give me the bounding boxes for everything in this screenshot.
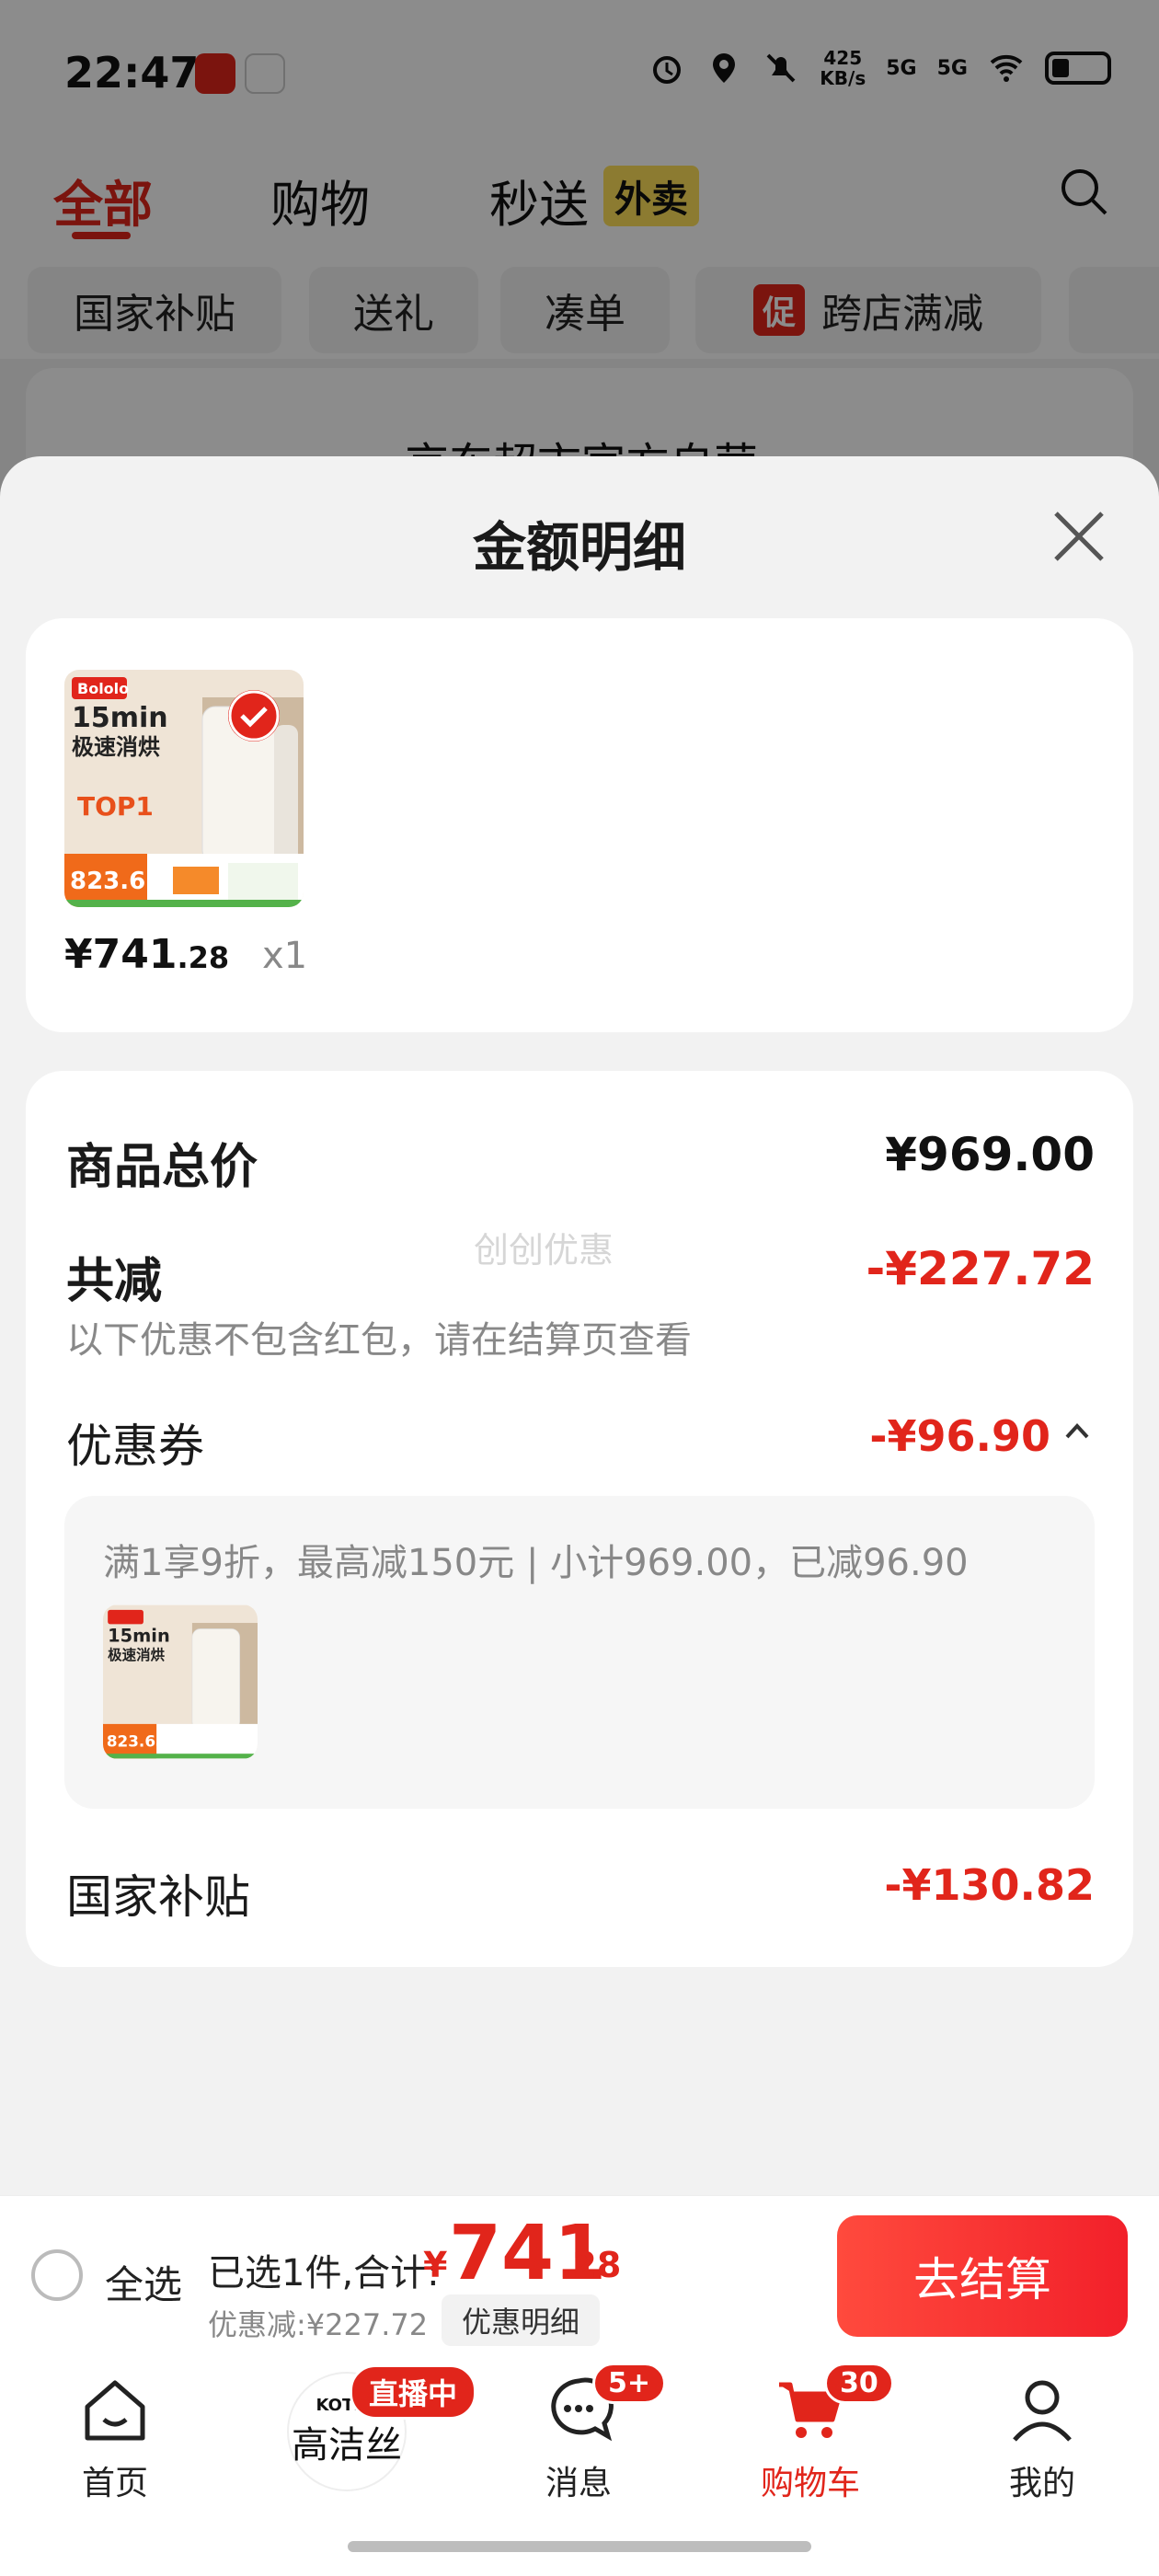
checkout-button[interactable]: 去结算 [837, 2215, 1128, 2337]
cart-badge: 30 [824, 2363, 894, 2404]
live-badge: 直播中 [350, 2364, 477, 2420]
nav-messages-label[interactable]: 消息 [500, 2456, 657, 2504]
nav-home[interactable] [37, 2374, 193, 2451]
profile-icon [1013, 2380, 1072, 2442]
national-subsidy-label: 国家补贴 [66, 1870, 250, 1924]
svg-text:极速消烘: 极速消烘 [108, 1646, 166, 1663]
svg-text:极速消烘: 极速消烘 [72, 734, 160, 760]
messages-badge: 5+ [592, 2363, 667, 2404]
coupon-detail-text: 满1享9折，最高减150元 | 小计969.00，已减96.90 [103, 1542, 969, 1584]
nav-home-label[interactable]: 首页 [37, 2456, 193, 2504]
svg-text:823.65: 823.65 [70, 868, 162, 895]
total-currency: ¥ [423, 2245, 448, 2285]
coupon-product-image-art: 15min 极速消烘 823.65 [103, 1604, 258, 1759]
coupon-value[interactable]: -¥96.90 [869, 1411, 1050, 1461]
svg-text:15min: 15min [72, 702, 168, 734]
svg-text:Bololo: Bololo [77, 680, 129, 697]
svg-text:TOP1: TOP1 [77, 791, 154, 822]
discount-detail-button[interactable]: 优惠明细 [442, 2294, 601, 2346]
selected-summary: 已选1件,合计: [208, 2252, 440, 2294]
sheet-title: 金额明细 [472, 516, 686, 579]
svg-text:823.65: 823.65 [107, 1731, 166, 1750]
live-brand-large: 高洁丝 [292, 2423, 402, 2467]
modal-overlay[interactable] [0, 0, 1159, 515]
coupon-label: 优惠券 [66, 1420, 204, 1473]
home-indicator[interactable] [348, 2541, 811, 2552]
product-price: ¥741.28 [64, 931, 230, 978]
nav-mine[interactable] [964, 2374, 1120, 2451]
watermark-text: 创创优惠 [474, 1230, 614, 1271]
svg-text:15min: 15min [108, 1626, 170, 1647]
total-price-value: ¥969.00 [885, 1128, 1095, 1181]
total-reduction-value: -¥227.72 [866, 1242, 1096, 1295]
reduction-note: 以下优惠不包含红包，请在结算页查看 [66, 1319, 692, 1362]
total-reduction-label: 共减 [66, 1254, 163, 1309]
selected-check-icon[interactable] [228, 690, 280, 742]
discount-summary: 优惠减:¥227.72 [208, 2307, 429, 2342]
national-subsidy-value: -¥130.82 [884, 1860, 1095, 1910]
close-icon[interactable] [1049, 506, 1109, 567]
select-all-label[interactable]: 全选 [105, 2254, 182, 2310]
coupon-product-image: 15min 极速消烘 823.65 [103, 1604, 258, 1759]
total-price-label: 商品总价 [66, 1140, 258, 1195]
nav-mine-label[interactable]: 我的 [964, 2456, 1120, 2504]
home-icon [85, 2380, 145, 2441]
total-amount-decimal: .28 [559, 2245, 622, 2285]
product-quantity: x1 [262, 935, 308, 977]
nav-cart-label[interactable]: 购物车 [732, 2456, 889, 2504]
select-all-radio[interactable] [31, 2249, 83, 2301]
chevron-up-icon[interactable] [1063, 1420, 1091, 1441]
